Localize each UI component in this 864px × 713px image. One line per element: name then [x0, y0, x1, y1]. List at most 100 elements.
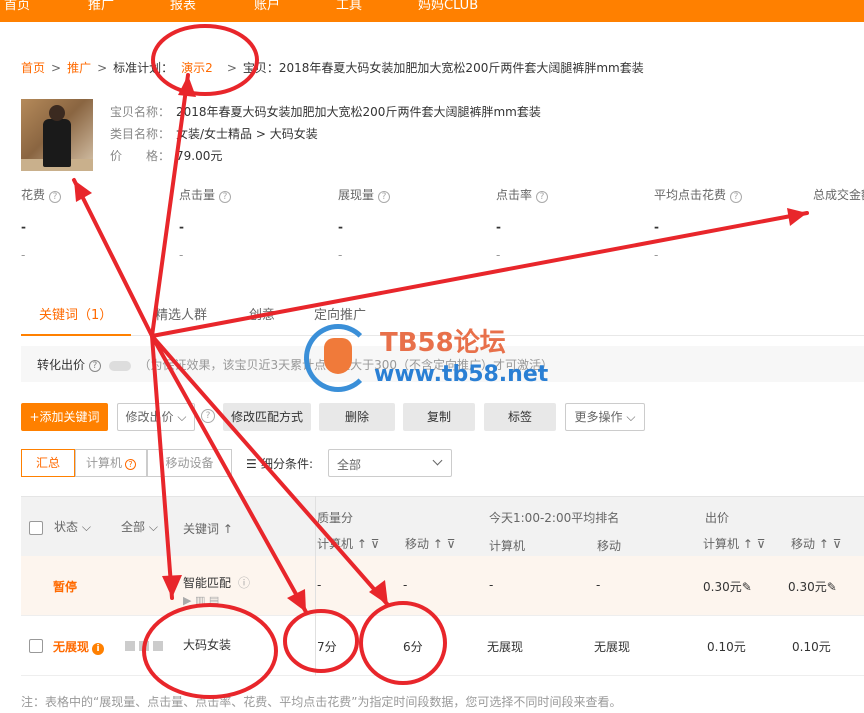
row-keyword: 智能匹配 [183, 576, 232, 590]
select-all-checkbox[interactable] [29, 521, 43, 535]
row-bid-pc[interactable]: 0.10元 [707, 638, 746, 655]
keyword-table: 状态 ⌵ 全部 ⌵ 关键词 ↑ 质量分 计算机 ↑ ⊽ 移动 ↑ ⊽ 今天1:0… [21, 496, 864, 676]
breadcrumb-sep: > [97, 61, 108, 75]
help-icon[interactable]: ? [201, 409, 215, 423]
tab-active-indicator [21, 334, 131, 336]
pencil-icon[interactable]: ✎ [827, 580, 837, 594]
header-bid-mobile[interactable]: 移动 ↑ ⊽ [791, 535, 841, 552]
row-checkbox[interactable] [29, 639, 43, 653]
breadcrumb-plan-label: 标准计划： [113, 61, 174, 75]
metrics-row: 花费? - - 点击量? - - 展现量? - - 点击率? - - 平均点击花… [21, 186, 864, 266]
breadcrumb-item-label: 宝贝： [242, 61, 279, 75]
header-quality-pc[interactable]: 计算机 ↑ ⊽ [317, 535, 379, 552]
row-rank-pc: 无展现 [487, 640, 524, 654]
delete-button[interactable]: 删除 [319, 403, 395, 431]
watermark-url: www.tb58.net [374, 362, 549, 387]
metric-sub: - [21, 248, 26, 262]
metric-value: - [21, 220, 26, 234]
product-category-label: 类目名称： [110, 127, 171, 141]
row-quality-mobile: 6分 [403, 640, 423, 654]
tab-creative[interactable]: 创意 [249, 304, 275, 323]
metric-label: 展现量 [338, 188, 375, 202]
breadcrumb-home[interactable]: 首页 [21, 61, 45, 75]
product-name: 2018年春夏大码女装加肥加大宽松200斤两件套大阔腿裤胖mm套装 [176, 105, 541, 119]
table-row: 无展现 i 大码女装 7分 6分 无展现 无展现 0.10元 0.10元 [21, 616, 864, 676]
help-icon[interactable]: ? [88, 359, 101, 372]
metric-sub: - [338, 248, 343, 262]
row-bid-mobile[interactable]: 0.30元✎ [788, 578, 837, 595]
row-quality-pc: 7分 [317, 640, 337, 654]
metric-sub: - [179, 248, 184, 262]
segment-pc[interactable]: 计算机? [75, 449, 147, 477]
tab-audience[interactable]: 精选人群 [155, 304, 207, 323]
row-quality-mobile: - [403, 578, 408, 592]
metric-value: - [496, 220, 501, 234]
help-icon[interactable]: ? [49, 191, 62, 203]
chevron-down-icon: ⌵ [622, 410, 636, 424]
row-action-icons[interactable]: ▶ ▥ ▤ [183, 594, 219, 607]
metric-label: 总成交金额 [813, 188, 864, 202]
metric-sub: - [654, 248, 659, 262]
add-keyword-button[interactable]: +添加关键词 [21, 403, 108, 431]
header-status[interactable]: 状态 ⌵ [54, 518, 91, 535]
row-quality-pc: - [317, 578, 322, 592]
help-icon[interactable]: ? [219, 191, 232, 203]
header-quality: 质量分 [317, 511, 354, 525]
breadcrumb-sep: > [226, 61, 237, 75]
modify-match-button[interactable]: 修改匹配方式 [223, 403, 311, 431]
metric-impressions: 展现量? - - [338, 186, 488, 262]
help-icon[interactable]: ? [536, 191, 549, 203]
metric-gmv: 总成交金额? - - [813, 186, 864, 203]
row-rank-pc: - [489, 578, 494, 592]
list-icon: ☰ [246, 457, 261, 471]
help-icon[interactable]: ⓘ [238, 574, 250, 591]
filter-select[interactable]: 全部 [328, 449, 452, 477]
metric-label: 点击率 [496, 188, 533, 202]
info-icon[interactable]: i [92, 643, 105, 655]
tab-keywords[interactable]: 关键词（1） [39, 304, 112, 323]
nav-home[interactable]: 首页 [4, 0, 30, 13]
watermark-hand-icon [324, 338, 352, 374]
header-rank-mobile: 移动 [597, 539, 622, 553]
nav-club[interactable]: 妈妈CLUB [418, 0, 478, 13]
nav-promo[interactable]: 推广 [88, 0, 114, 13]
header-quality-mobile[interactable]: 移动 ↑ ⊽ [405, 535, 455, 552]
modify-bid-button[interactable]: 修改出价 ⌵ [117, 403, 195, 431]
header-bid-pc[interactable]: 计算机 ↑ ⊽ [703, 535, 765, 552]
pencil-icon[interactable]: ✎ [742, 580, 752, 594]
copy-button[interactable]: 复制 [403, 403, 475, 431]
top-nav: 首页 推广 报表 账户 工具 妈妈CLUB [0, 0, 864, 22]
more-actions-button[interactable]: 更多操作 ⌵ [565, 403, 645, 431]
metric-label: 花费 [21, 188, 46, 202]
metric-sub: - [496, 248, 501, 262]
help-icon[interactable]: ? [378, 191, 391, 203]
metric-value: - [654, 220, 659, 234]
header-rank-group: 今天1:00-2:00平均排名 [489, 511, 620, 525]
segment-mobile[interactable]: 移动设备 [147, 449, 232, 477]
product-name-label: 宝贝名称： [110, 105, 171, 119]
segment-summary[interactable]: 汇总 [21, 449, 75, 477]
conversion-bid-toggle[interactable] [108, 360, 131, 371]
row-mini-icons [125, 640, 167, 654]
row-bid-pc[interactable]: 0.30元✎ [703, 578, 752, 595]
product-price: 79.00元 [176, 149, 223, 163]
footnote: 注：表格中的“展现量、点击量、点击率、花费、平均点击花费”为指定时间段数据，您可… [21, 695, 622, 709]
tag-button[interactable]: 标签 [484, 403, 556, 431]
product-thumbnail[interactable] [21, 99, 93, 171]
nav-report[interactable]: 报表 [170, 0, 196, 13]
filter-label: 细分条件: [260, 457, 313, 471]
column-divider [315, 496, 316, 676]
metric-ctr: 点击率? - - [496, 186, 646, 262]
breadcrumb-sep: > [51, 61, 62, 75]
header-all[interactable]: 全部 ⌵ [121, 518, 158, 535]
product-category: 女装/女士精品 > 大码女装 [176, 127, 318, 141]
table-header: 状态 ⌵ 全部 ⌵ 关键词 ↑ 质量分 计算机 ↑ ⊽ 移动 ↑ ⊽ 今天1:0… [21, 496, 864, 556]
metric-label: 平均点击花费 [654, 188, 727, 202]
breadcrumb-promo[interactable]: 推广 [67, 61, 91, 75]
breadcrumb-plan-name[interactable]: 演示2 [181, 61, 213, 75]
nav-tools[interactable]: 工具 [336, 0, 362, 13]
nav-account[interactable]: 账户 [254, 0, 280, 13]
help-icon[interactable]: ? [730, 191, 743, 203]
row-bid-mobile[interactable]: 0.10元 [792, 638, 831, 655]
header-keyword[interactable]: 关键词 ↑ [183, 520, 233, 537]
